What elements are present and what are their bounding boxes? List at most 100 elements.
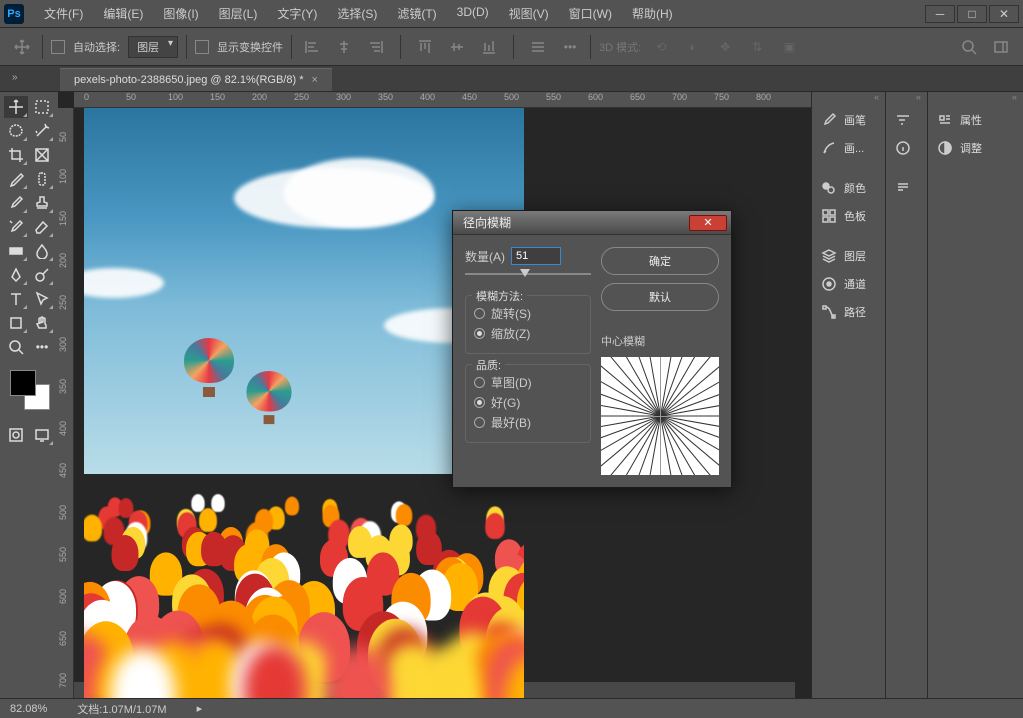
amount-slider[interactable] <box>465 269 591 283</box>
crop-tool[interactable] <box>4 144 28 166</box>
dots-icon <box>820 140 838 156</box>
stamp-tool[interactable] <box>30 192 54 214</box>
heal-tool[interactable] <box>30 168 54 190</box>
collapse-panel-icon[interactable]: « <box>812 92 885 106</box>
auto-select-checkbox[interactable] <box>51 40 65 54</box>
brush-icon <box>820 112 838 128</box>
eraser-tool[interactable] <box>30 216 54 238</box>
pen-tool[interactable] <box>4 264 28 286</box>
menu-item[interactable]: 3D(D) <box>447 1 499 26</box>
dialog-titlebar[interactable]: 径向模糊 ✕ <box>453 211 731 235</box>
document-tab[interactable]: pexels-photo-2388650.jpeg @ 82.1%(RGB/8)… <box>60 68 332 91</box>
menu-item[interactable]: 滤镜(T) <box>387 1 446 26</box>
path-select-tool[interactable] <box>30 288 54 310</box>
layer-target-dropdown[interactable]: 图层 <box>128 36 178 58</box>
brush-tool[interactable] <box>4 192 28 214</box>
panel-button-swatches[interactable]: 颜色 <box>812 174 885 202</box>
align-top-icon[interactable] <box>413 36 437 58</box>
menu-item[interactable]: 视图(V) <box>499 1 559 26</box>
expand-panels-icon[interactable]: » <box>12 72 18 83</box>
paths-icon <box>820 304 838 320</box>
status-expand-icon[interactable]: ▸ <box>197 702 203 715</box>
align-right-icon[interactable] <box>364 36 388 58</box>
menu-item[interactable]: 编辑(E) <box>93 1 153 26</box>
cancel-button[interactable]: 默认 <box>601 283 719 311</box>
collapse-panel-icon[interactable]: « <box>928 92 1023 106</box>
frame-tool[interactable] <box>30 144 54 166</box>
quality-fieldset: 品质: 草图(D) 好(G) 最好(B) <box>465 364 591 443</box>
panel-button-grid[interactable]: 色板 <box>812 202 885 230</box>
panel-button-props[interactable]: 属性 <box>928 106 1023 134</box>
panel-button-channels[interactable]: 通道 <box>812 270 885 298</box>
move-tool-icon[interactable] <box>10 36 34 58</box>
blur-center-preview[interactable] <box>601 357 719 475</box>
grid-icon <box>820 208 838 224</box>
panel-button-layers[interactable]: 图层 <box>812 242 885 270</box>
menu-item[interactable]: 窗口(W) <box>559 1 622 26</box>
foreground-color-swatch[interactable] <box>10 370 36 396</box>
history-panel-button[interactable] <box>886 106 927 134</box>
amount-label: 数量(A) <box>465 248 505 265</box>
screenmode-tool[interactable] <box>30 424 54 446</box>
3d-roll-icon: ◐ <box>681 36 705 58</box>
dodge-tool[interactable] <box>30 264 54 286</box>
type-tool[interactable] <box>4 288 28 310</box>
amount-input[interactable] <box>511 247 561 265</box>
color-swatches[interactable] <box>10 370 50 410</box>
menu-item[interactable]: 图像(I) <box>153 1 208 26</box>
hand-tool[interactable] <box>30 312 54 334</box>
eyedropper-tool[interactable] <box>4 168 28 190</box>
align-bottom-icon[interactable] <box>477 36 501 58</box>
align-center-v-icon[interactable] <box>445 36 469 58</box>
close-tab-icon[interactable]: × <box>311 74 317 86</box>
collapse-panel-icon[interactable]: « <box>886 92 927 106</box>
dialog-close-button[interactable]: ✕ <box>689 215 727 231</box>
quality-good-radio[interactable]: 好(G) <box>474 394 582 411</box>
gradient-tool[interactable] <box>4 240 28 262</box>
menu-item[interactable]: 图层(L) <box>209 1 268 26</box>
maximize-button[interactable]: □ <box>957 5 987 23</box>
horizontal-ruler[interactable]: 0501001502002503003504004505005506006507… <box>74 92 811 108</box>
workspace-icon[interactable] <box>989 36 1013 58</box>
align-left-icon[interactable] <box>300 36 324 58</box>
blur-tool[interactable] <box>30 240 54 262</box>
method-spin-radio[interactable]: 旋转(S) <box>474 305 582 322</box>
zoom-tool[interactable] <box>4 336 28 358</box>
toolbox: ••• <box>0 92 58 698</box>
close-button[interactable]: ✕ <box>989 5 1019 23</box>
align-center-h-icon[interactable] <box>332 36 356 58</box>
menu-item[interactable]: 文件(F) <box>34 1 93 26</box>
marquee-tool[interactable] <box>30 96 54 118</box>
zoom-level[interactable]: 82.08% <box>10 703 47 715</box>
minimize-button[interactable]: ─ <box>925 5 955 23</box>
lasso-tool[interactable] <box>4 120 28 142</box>
quality-best-radio[interactable]: 最好(B) <box>474 414 582 431</box>
panel-button-dots[interactable]: 画... <box>812 134 885 162</box>
menu-item[interactable]: 文字(Y) <box>267 1 327 26</box>
layers-icon <box>820 248 838 264</box>
more-options-icon[interactable]: ••• <box>558 36 582 58</box>
info-panel-button[interactable] <box>886 134 927 162</box>
shape-tool[interactable] <box>4 312 28 334</box>
paragraph-panel-button[interactable] <box>886 174 927 202</box>
right-panels: « 画笔画... 颜色色板图层通道路径 « « 属性调整 <box>811 92 1023 698</box>
panel-button-adjust[interactable]: 调整 <box>928 134 1023 162</box>
document-info[interactable]: 文档:1.07M/1.07M <box>77 701 166 717</box>
magic-wand-tool[interactable] <box>30 120 54 142</box>
window-controls: ─ □ ✕ <box>925 5 1019 23</box>
quality-draft-radio[interactable]: 草图(D) <box>474 374 582 391</box>
edit-toolbar-icon[interactable]: ••• <box>30 336 54 358</box>
method-zoom-radio[interactable]: 缩放(Z) <box>474 325 582 342</box>
move-tool[interactable] <box>4 96 28 118</box>
history-brush-tool[interactable] <box>4 216 28 238</box>
menu-item[interactable]: 选择(S) <box>327 1 387 26</box>
vertical-ruler[interactable]: 5010015020025030035040045050055060065070… <box>58 108 74 698</box>
panel-button-paths[interactable]: 路径 <box>812 298 885 326</box>
panel-button-brush[interactable]: 画笔 <box>812 106 885 134</box>
distribute-icon[interactable] <box>526 36 550 58</box>
menu-item[interactable]: 帮助(H) <box>622 1 683 26</box>
ok-button[interactable]: 确定 <box>601 247 719 275</box>
quickmask-tool[interactable] <box>4 424 28 446</box>
show-transform-checkbox[interactable] <box>195 40 209 54</box>
search-icon[interactable] <box>957 36 981 58</box>
